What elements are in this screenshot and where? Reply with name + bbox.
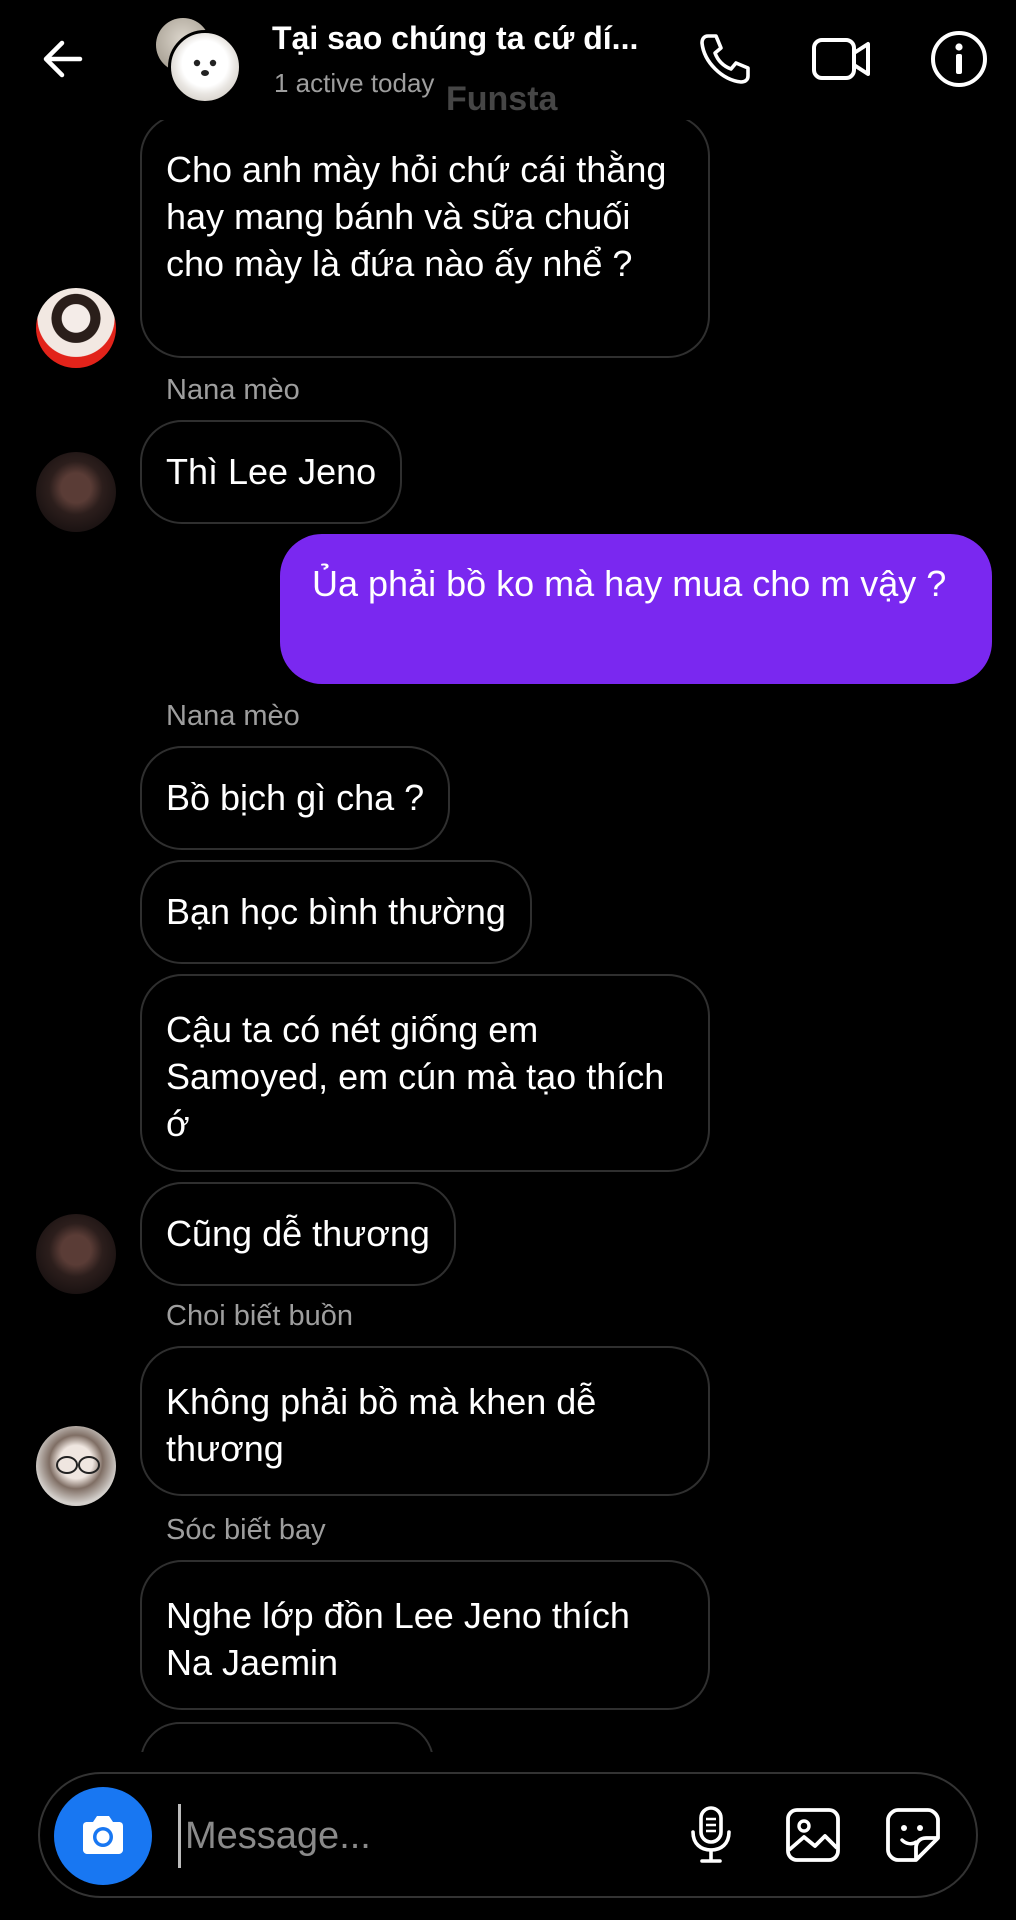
glasses-right xyxy=(78,1456,100,1474)
message-bubble[interactable]: Thì Lee Jeno xyxy=(140,420,403,524)
camera-button[interactable] xyxy=(54,1787,152,1885)
sender-name: Sóc biết bay xyxy=(166,1514,326,1546)
message-bubble-mine[interactable]: Ủa phải bồ ko mà hay mua cho m vậy ? xyxy=(280,534,992,684)
message-bubble[interactable]: Cho anh mày hỏi chứ cái thằng hay mang b… xyxy=(140,114,710,358)
message-bubble[interactable]: Nghe lớp đồn Lee Jeno thích Na Jaemin xyxy=(140,1560,710,1710)
message-bubble[interactable]: Bạn học bình thường xyxy=(140,860,532,964)
sticker-icon[interactable] xyxy=(882,1804,944,1866)
message-bubble[interactable]: Cậu ta có nét giống em Samoyed, em cún m… xyxy=(140,974,710,1172)
active-status: 1 active today xyxy=(274,68,435,98)
avatar[interactable] xyxy=(36,1426,116,1506)
message-bubble[interactable]: Không phải bồ mà khen dễ thương xyxy=(140,1346,710,1496)
sender-name: Nana mèo xyxy=(166,374,300,406)
sender-name: Choi biết buồn xyxy=(166,1300,354,1332)
message-bubble[interactable]: Bồ bịch gì cha ? xyxy=(140,746,451,850)
avatar[interactable] xyxy=(36,288,116,368)
back-arrow-icon[interactable] xyxy=(36,32,90,86)
message-input[interactable] xyxy=(178,1804,567,1868)
avatar[interactable] xyxy=(36,1214,116,1294)
info-icon[interactable] xyxy=(928,28,990,90)
message-composer xyxy=(38,1772,978,1898)
sender-name: Nana mèo xyxy=(166,700,300,732)
chat-title[interactable]: Tại sao chúng ta cứ dí... xyxy=(272,20,638,57)
phone-icon[interactable] xyxy=(694,28,756,90)
camera-icon xyxy=(83,1816,123,1854)
group-avatar[interactable] xyxy=(152,16,244,104)
message-bubble[interactable]: Cũng dễ thương xyxy=(140,1182,456,1286)
video-camera-icon[interactable] xyxy=(810,28,872,90)
message-bubble-partial xyxy=(140,1722,434,1752)
gallery-icon[interactable] xyxy=(782,1804,844,1866)
glasses-left xyxy=(56,1456,78,1474)
microphone-icon[interactable] xyxy=(680,1804,742,1866)
watermark: Funsta xyxy=(446,80,558,118)
avatar[interactable] xyxy=(36,452,116,532)
group-avatar-front xyxy=(168,30,242,104)
